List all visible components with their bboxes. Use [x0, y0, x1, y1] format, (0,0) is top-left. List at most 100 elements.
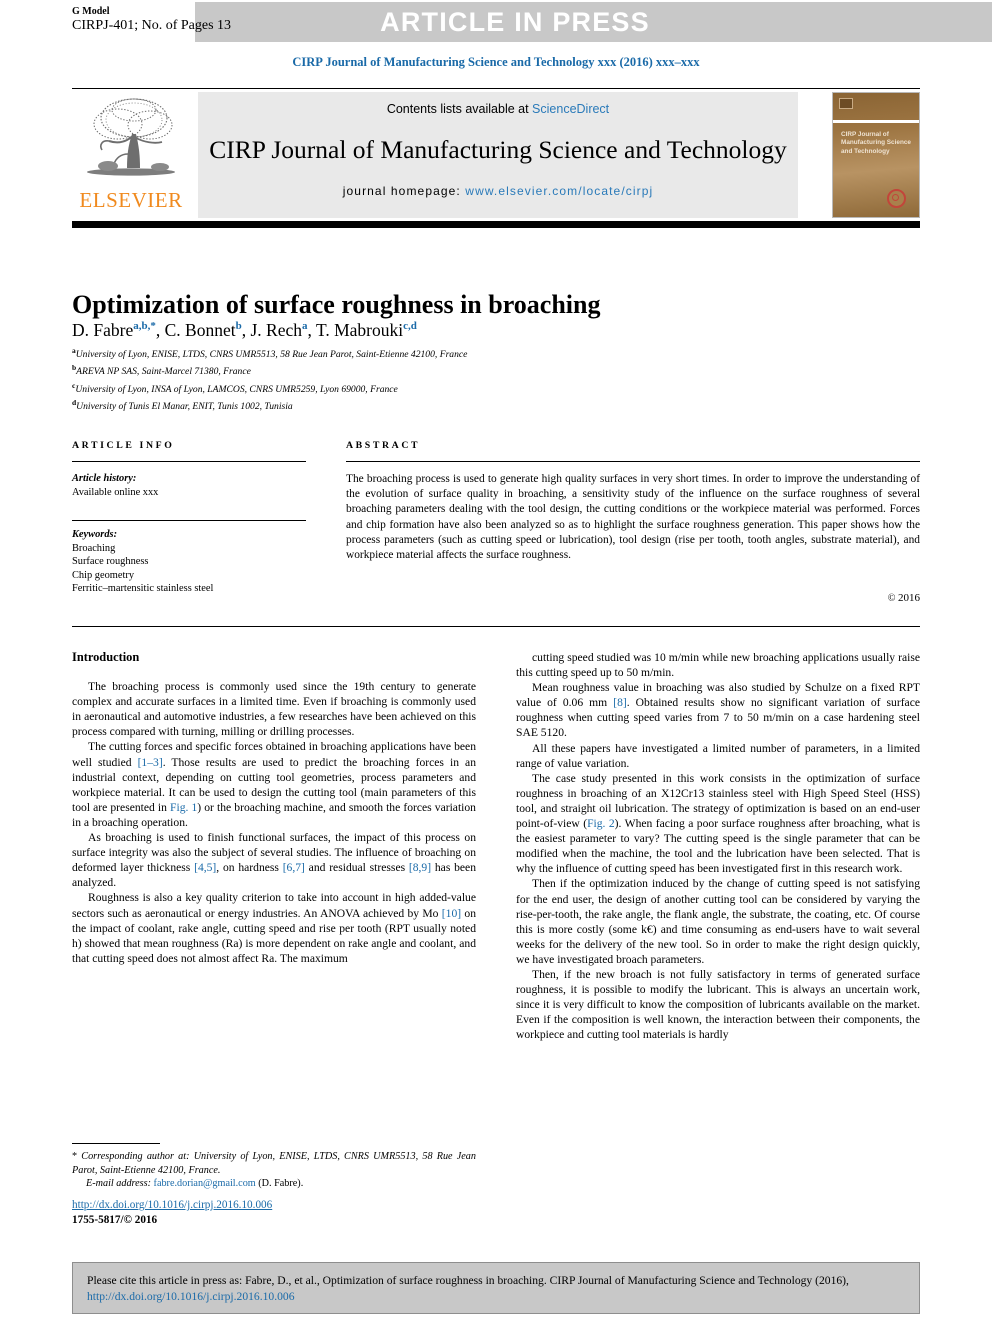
keywords-label: Keywords: — [72, 529, 118, 540]
figure-reference-link[interactable]: Fig. 2 — [587, 817, 615, 830]
corresponding-author-footnote: * Corresponding author at: University of… — [72, 1150, 476, 1191]
affiliation-item: aUniversity of Lyon, ENISE, LTDS, CNRS U… — [72, 344, 832, 361]
article-info-rule — [72, 461, 306, 462]
sciencedirect-link[interactable]: ScienceDirect — [532, 102, 609, 116]
abstract-rule — [346, 461, 920, 462]
journal-homepage-line: journal homepage: www.elsevier.com/locat… — [198, 184, 798, 198]
author-list: D. Fabrea,b,*, C. Bonnetb, J. Recha, T. … — [72, 319, 417, 340]
keywords-items: Broaching Surface roughness Chip geometry F… — [72, 542, 310, 596]
cover-divider — [833, 120, 919, 123]
affiliation-item: dUniversity of Tunis El Manar, ENIT, Tun… — [72, 396, 832, 413]
body-paragraph: Then if the optimization induced by the … — [516, 877, 920, 966]
citation-prefix: Please cite this article in press as: Fa… — [87, 1274, 849, 1287]
abstract-copyright: © 2016 — [346, 592, 920, 604]
author-name: J. Rech — [250, 319, 302, 340]
email-label: E-mail address: — [86, 1178, 151, 1190]
abstract-text: The broaching process is used to generat… — [346, 473, 920, 562]
homepage-prefix: journal homepage: — [342, 184, 466, 198]
affiliation-item: bAREVA NP SAS, Saint-Marcel 71380, Franc… — [72, 361, 832, 378]
manuscript-identifier: G Model CIRPJ-401; No. of Pages 13 — [72, 6, 231, 34]
masthead-bottom-rule — [72, 221, 920, 228]
author-affiliation-mark: a — [302, 320, 308, 332]
cover-title-text: CIRP Journal of Manufacturing Science an… — [841, 131, 911, 155]
citation-reference-link[interactable]: [1–3] — [138, 756, 163, 769]
body-top-rule — [72, 626, 920, 627]
citation-reference-link[interactable]: [8] — [613, 696, 627, 709]
body-paragraph: cutting speed studied was 10 m/min while… — [516, 651, 920, 680]
citation-text: Please cite this article in press as: Fa… — [73, 1263, 919, 1304]
masthead-top-rule — [72, 88, 920, 89]
cover-publisher-mark — [839, 98, 853, 109]
citation-box: Please cite this article in press as: Fa… — [72, 1262, 920, 1314]
masthead: ELSEVIER Contents lists available at Sci… — [72, 92, 920, 218]
corresponding-author-text: Corresponding author at: University of L… — [72, 1151, 476, 1176]
figure-reference-link[interactable]: Fig. 1 — [170, 801, 197, 814]
affiliation-text: University of Lyon, ENISE, LTDS, CNRS UM… — [75, 349, 468, 361]
citation-reference-link[interactable]: [8,9] — [409, 861, 431, 874]
article-info-heading: ARTICLE INFO — [72, 440, 175, 451]
affiliation-text: University of Tunis El Manar, ENIT, Tuni… — [76, 401, 293, 413]
author-name: D. Fabre — [72, 319, 134, 340]
article-in-press-label: ARTICLE IN PRESS — [380, 7, 650, 37]
article-history-block: Article history: Available online xxx — [72, 472, 310, 499]
issn-line: 1755-5817/© 2016 — [72, 1213, 158, 1226]
author-affiliation-mark: c,d — [403, 320, 417, 332]
body-column-right: cutting speed studied was 10 m/min while… — [516, 650, 920, 1225]
cirp-seal-icon — [887, 189, 906, 208]
abstract-heading: ABSTRACT — [346, 440, 421, 451]
body-paragraph: All these papers have investigated a lim… — [516, 741, 920, 770]
author-affiliation-mark: b — [235, 320, 242, 332]
keyword-item: Surface roughness — [72, 556, 149, 568]
keyword-item: Ferritic–martensitic stainless steel — [72, 583, 214, 595]
article-history-label: Article history: — [72, 473, 137, 484]
body-column-left: Introduction The broaching process is co… — [72, 650, 476, 1120]
keyword-item: Broaching — [72, 542, 116, 554]
copyright-icon: © — [887, 593, 898, 604]
article-page: ARTICLE IN PRESS G Model CIRPJ-401; No. … — [0, 0, 992, 1323]
citation-reference-link[interactable]: [10] — [442, 907, 461, 920]
affiliation-item: cUniversity of Lyon, INSA of Lyon, LAMCO… — [72, 379, 832, 396]
affiliation-list: aUniversity of Lyon, ENISE, LTDS, CNRS U… — [72, 344, 832, 414]
journal-title: CIRP Journal of Manufacturing Science an… — [209, 135, 787, 164]
contents-prefix: Contents lists available at — [386, 102, 533, 116]
body-paragraph: The case study presented in this work co… — [516, 771, 920, 876]
elsevier-logo: ELSEVIER — [72, 92, 190, 218]
journal-reference-line: CIRP Journal of Manufacturing Science an… — [292, 55, 700, 69]
journal-cover-thumbnail: CIRP Journal of Manufacturing Science an… — [832, 92, 920, 218]
doi-block: http://dx.doi.org/10.1016/j.cirpj.2016.1… — [72, 1198, 476, 1227]
citation-reference-link[interactable]: [6,7] — [283, 861, 305, 874]
keywords-rule — [72, 520, 306, 521]
author-name: C. Bonnet — [164, 319, 236, 340]
keyword-item: Chip geometry — [72, 569, 135, 581]
affiliation-text: AREVA NP SAS, Saint-Marcel 71380, France — [76, 366, 251, 378]
section-heading-introduction: Introduction — [72, 650, 140, 664]
author-affiliation-mark: a,b,* — [133, 320, 156, 332]
email-owner: (D. Fabre). — [258, 1178, 304, 1190]
left-column-paragraphs: The broaching process is commonly used s… — [72, 679, 476, 966]
doi-link[interactable]: http://dx.doi.org/10.1016/j.cirpj.2016.1… — [72, 1199, 272, 1211]
body-paragraph: As broaching is used to finish functiona… — [72, 831, 476, 890]
footnote-rule — [72, 1143, 160, 1144]
journal-homepage-link[interactable]: www.elsevier.com/locate/cirpj — [465, 184, 653, 198]
affiliation-text: University of Lyon, INSA of Lyon, LAMCOS… — [75, 383, 398, 395]
citation-doi-link[interactable]: http://dx.doi.org/10.1016/j.cirpj.2016.1… — [87, 1290, 295, 1303]
citation-reference-link[interactable]: [4,5] — [194, 861, 216, 874]
g-model-label: G Model — [72, 6, 110, 17]
footnote-asterisk: * — [72, 1151, 82, 1162]
author-name: T. Mabrouki — [315, 319, 404, 340]
elsevier-wordmark: ELSEVIER — [79, 188, 183, 212]
top-status-bar: ARTICLE IN PRESS G Model CIRPJ-401; No. … — [0, 0, 992, 44]
manuscript-id: CIRPJ-401; No. of Pages 13 — [72, 18, 232, 33]
body-paragraph: Then, if the new broach is not fully sat… — [516, 967, 920, 1042]
keywords-block: Keywords: Broaching Surface roughness Chip… — [72, 528, 310, 596]
contents-list-line: Contents lists available at ScienceDirec… — [198, 102, 798, 116]
right-column-paragraphs: cutting speed studied was 10 m/min while… — [516, 650, 920, 1042]
body-paragraph: The broaching process is commonly used s… — [72, 680, 476, 739]
elsevier-tree-icon — [78, 94, 184, 186]
body-paragraph: The cutting forces and specific forces o… — [72, 740, 476, 829]
masthead-center: Contents lists available at ScienceDirec… — [198, 92, 798, 218]
email-link[interactable]: fabre.dorian@gmail.com — [154, 1178, 256, 1189]
body-paragraph: Roughness is also a key quality criterio… — [72, 891, 476, 965]
body-paragraph: Mean roughness value in broaching was al… — [516, 681, 920, 740]
copyright-year: 2016 — [898, 592, 920, 604]
